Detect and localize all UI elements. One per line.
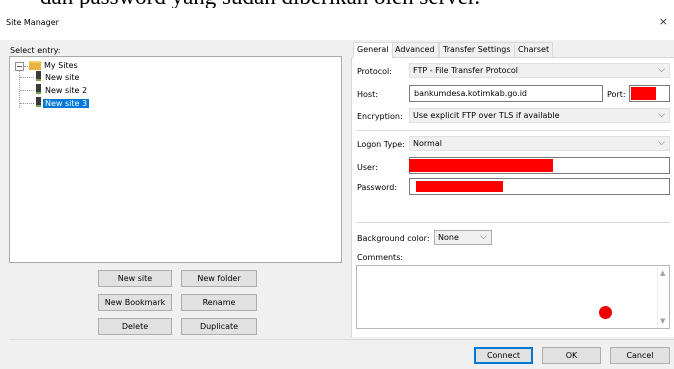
- tree-line: [20, 77, 34, 78]
- new-folder-button[interactable]: New folder: [181, 270, 257, 287]
- duplicate-button[interactable]: Duplicate: [181, 318, 257, 335]
- tab-general[interactable]: General: [353, 42, 393, 58]
- host-input[interactable]: bankumdesa.kotimkab.go.id: [409, 85, 603, 102]
- encryption-select[interactable]: Use explicit FTP over TLS if available ⌵: [409, 108, 670, 123]
- logon-type-value: Normal: [413, 139, 442, 148]
- scroll-up-icon[interactable]: ▲: [660, 269, 665, 277]
- tab-advanced[interactable]: Advanced: [391, 42, 439, 57]
- cancel-button[interactable]: Cancel: [610, 347, 670, 364]
- host-label: Host:: [357, 90, 378, 99]
- chevron-down-icon: ⌵: [658, 110, 665, 120]
- user-redaction: [409, 159, 553, 172]
- protocol-label: Protocol:: [357, 67, 392, 76]
- rename-button[interactable]: Rename: [181, 294, 257, 311]
- window-title: Site Manager: [6, 18, 59, 27]
- new-bookmark-button[interactable]: New Bookmark: [98, 294, 172, 311]
- divider: [356, 222, 670, 223]
- red-marker-dot: [599, 306, 612, 319]
- close-icon[interactable]: ×: [659, 15, 668, 28]
- background-color-value: None: [438, 233, 459, 242]
- select-entry-label: Select entry:: [10, 46, 61, 55]
- logon-type-select[interactable]: Normal ⌵: [409, 136, 670, 151]
- background-color-label: Background color:: [357, 234, 430, 243]
- chevron-down-icon: ⌵: [658, 138, 665, 148]
- protocol-select[interactable]: FTP - File Transfer Protocol ⌵: [409, 63, 670, 78]
- tree-line: [20, 90, 34, 91]
- collapse-icon[interactable]: −: [15, 62, 24, 71]
- title-bar: Site Manager ×: [0, 8, 674, 32]
- comments-textarea[interactable]: ▲ ▼: [356, 265, 670, 329]
- connect-button[interactable]: Connect: [474, 347, 533, 364]
- tree-item-site-selected[interactable]: New site 3: [43, 98, 90, 109]
- chevron-down-icon: ⌵: [658, 65, 665, 75]
- protocol-value: FTP - File Transfer Protocol: [413, 66, 519, 75]
- server-icon: [36, 84, 41, 94]
- tree-item-my-sites[interactable]: My Sites: [44, 60, 78, 71]
- tree-item-label: New site 2: [45, 86, 88, 95]
- ok-button[interactable]: OK: [542, 347, 601, 364]
- tree-item-label: My Sites: [44, 61, 78, 70]
- port-label: Port:: [607, 90, 626, 99]
- encryption-label: Encryption:: [357, 112, 403, 121]
- background-color-select[interactable]: None ⌵: [434, 230, 492, 245]
- tree-line: [20, 103, 34, 104]
- tree-item-site[interactable]: New site: [45, 72, 79, 83]
- port-redaction: [631, 87, 656, 100]
- tree-line: [24, 66, 28, 67]
- delete-button[interactable]: Delete: [98, 318, 172, 335]
- tab-transfer-settings[interactable]: Transfer Settings: [439, 42, 515, 57]
- comments-scrollbar[interactable]: ▲ ▼: [657, 266, 669, 328]
- tab-charset[interactable]: Charset: [514, 42, 554, 57]
- chevron-down-icon: ⌵: [480, 232, 487, 242]
- server-icon: [36, 97, 41, 107]
- user-label: User:: [357, 163, 378, 172]
- divider: [356, 130, 670, 131]
- encryption-value: Use explicit FTP over TLS if available: [413, 111, 560, 120]
- password-label: Password:: [357, 183, 398, 192]
- comments-label: Comments:: [357, 253, 404, 262]
- password-redaction: [416, 181, 503, 192]
- site-tree[interactable]: − My Sites New site New site 2 New site …: [9, 56, 342, 263]
- folder-icon: [29, 61, 41, 70]
- tree-item-label: New site 3: [43, 99, 90, 108]
- server-icon: [36, 71, 41, 81]
- footer-divider: [9, 339, 674, 340]
- scroll-down-icon[interactable]: ▼: [660, 317, 665, 325]
- tree-item-label: New site: [45, 73, 80, 82]
- logon-type-label: Logon Type:: [357, 140, 405, 149]
- new-site-button[interactable]: New site: [98, 270, 172, 287]
- tree-item-site[interactable]: New site 2: [45, 85, 87, 96]
